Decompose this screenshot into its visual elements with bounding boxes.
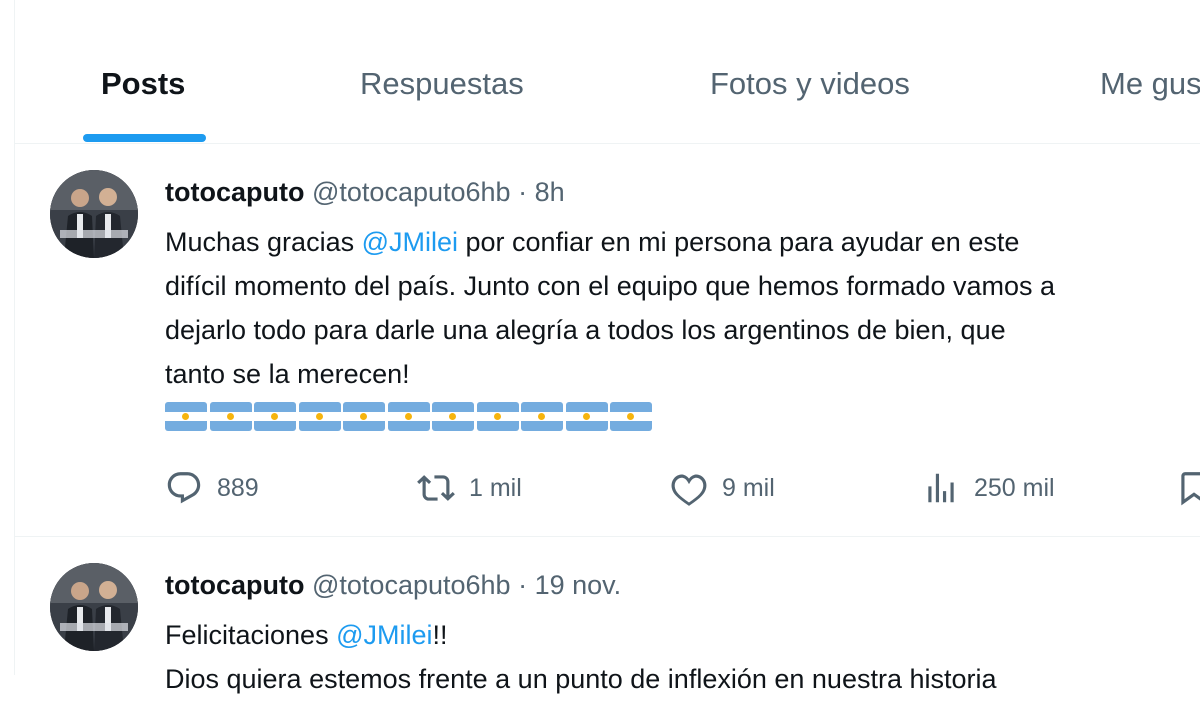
bookmark-icon [1181,472,1200,506]
tab-posts[interactable]: Posts [101,66,185,102]
author-name[interactable]: totocaputo [165,177,304,207]
active-tab-indicator [83,134,206,142]
tweet-text-line: dejarlo todo para darle una alegría a to… [165,315,1006,345]
like-button[interactable]: 9 mil [670,468,775,508]
tweet-time[interactable]: 19 nov. [535,570,622,600]
like-count: 9 mil [722,473,775,502]
argentina-flag-icon [476,402,519,431]
text-fragment: por confiar en mi persona para ayudar en… [458,227,1020,257]
dot-separator: · [518,570,528,600]
tweet-actions: 889 1 mil 9 mil 250 mil [165,468,1200,508]
argentina-flag-icon [209,402,252,431]
argentina-flag-icon [343,402,385,431]
mention-link[interactable]: @JMilei [362,227,458,257]
repost-button[interactable]: 1 mil [417,468,522,508]
text-fragment: Felicitaciones [165,620,337,650]
tweet-time[interactable]: 8h [535,177,565,207]
argentina-flag-icon [432,402,474,431]
argentina-flag-icon [565,402,608,431]
tweet-header: totocaputo @totocaputo6hb · 19 nov. [165,570,621,601]
text-fragment: Muchas gracias [165,227,362,257]
reply-icon [167,472,201,504]
argentina-flag-icon [521,402,563,431]
views-icon [928,473,954,503]
tab-me-gusta[interactable]: Me gusta [1100,66,1200,102]
tweet-text-line: Dios quiera estemos frente a un punto de… [165,664,997,694]
argentina-flag-icon [610,402,652,431]
tweet-text-line: Felicitaciones @JMilei!! [165,613,1200,657]
tab-respuestas[interactable]: Respuestas [360,66,524,102]
tweet-text: Muchas gracias @JMilei por confiar en mi… [165,220,1200,396]
argentina-flag-icon [254,402,296,431]
tab-fotos-y-videos[interactable]: Fotos y videos [710,66,910,102]
avatar[interactable] [50,563,138,651]
text-fragment: !! [432,620,448,650]
bookmark-button[interactable] [1175,468,1200,508]
reply-button[interactable]: 889 [165,468,259,508]
views-button[interactable]: 250 mil [922,468,1055,508]
author-handle[interactable]: @totocaputo6hb [312,570,511,600]
argentina-flag-icon [298,402,341,431]
author-name[interactable]: totocaputo [165,570,304,600]
tweet-text-line: Muchas gracias @JMilei por confiar en mi… [165,220,1200,264]
views-count: 250 mil [974,473,1055,502]
mention-link[interactable]: @JMilei [336,620,432,650]
repost-icon [417,475,455,501]
heart-icon [671,474,707,506]
dot-separator: · [518,177,528,207]
profile-tabs: Posts Respuestas Fotos y videos Me gusta [15,0,1200,144]
argentina-flag-icon [165,402,207,431]
argentina-flag-icon [387,402,430,431]
tweet[interactable]: totocaputo @totocaputo6hb · 19 nov. Feli… [15,537,1200,694]
tweet-text: Felicitaciones @JMilei!! Dios quiera est… [165,613,1200,701]
tweet-text-line: difícil momento del país. Junto con el e… [165,271,1055,301]
repost-count: 1 mil [469,473,522,502]
tweet-text-line: tanto se la merecen! [165,359,410,389]
author-handle[interactable]: @totocaputo6hb [312,177,511,207]
tweet[interactable]: totocaputo @totocaputo6hb · 8h Muchas gr… [15,144,1200,536]
reply-count: 889 [217,473,259,502]
tweet-header: totocaputo @totocaputo6hb · 8h [165,177,565,208]
avatar[interactable] [50,170,138,258]
